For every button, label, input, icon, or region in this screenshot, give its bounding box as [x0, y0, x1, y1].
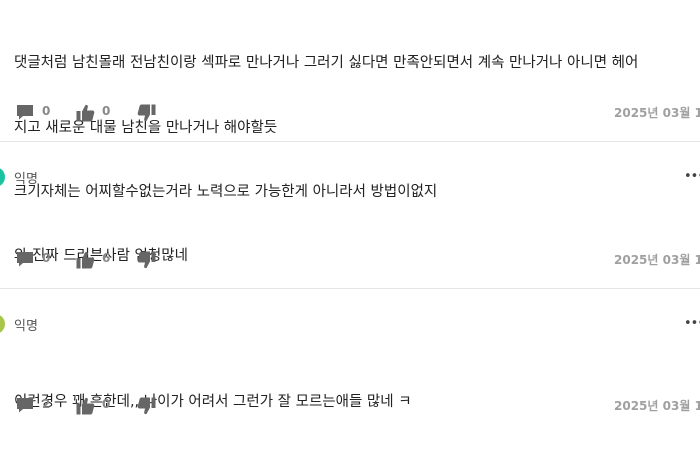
reply-button[interactable]: 2 — [16, 396, 56, 416]
reply-count: 0 — [42, 104, 51, 118]
comment-timestamp: 2025년 03월 18 — [614, 106, 700, 120]
comment-bubble-icon — [17, 398, 33, 413]
comment-timestamp: 2025년 03월 18 — [614, 399, 700, 413]
like-button[interactable]: 0 — [76, 396, 116, 416]
more-dots-icon[interactable]: ••• — [684, 314, 700, 334]
like-count: 0 — [102, 397, 111, 411]
comment-header: 익명 ••• — [0, 314, 700, 334]
like-button[interactable]: 0 — [76, 103, 116, 123]
reply-button[interactable]: 0 — [16, 250, 56, 270]
author-name: 익명 — [14, 172, 38, 187]
dislike-button[interactable] — [137, 250, 157, 270]
thumbs-up-icon — [76, 251, 95, 269]
comment-actions: 0 0 2025년 03월 18 — [0, 103, 700, 123]
thumbs-up-icon — [76, 397, 95, 415]
thumbs-down-icon — [137, 104, 156, 122]
reply-count: 0 — [42, 251, 51, 265]
like-button[interactable]: 6 — [76, 250, 116, 270]
avatar — [0, 167, 5, 187]
comment-actions: 2 0 2025년 03월 18 — [0, 396, 700, 416]
author-name: 익명 — [14, 319, 38, 334]
thumbs-down-icon — [137, 251, 156, 269]
comment-bubble-icon — [17, 105, 33, 120]
avatar — [0, 314, 5, 334]
like-count: 6 — [102, 251, 111, 265]
dislike-button[interactable] — [137, 103, 157, 123]
thumbs-up-icon — [76, 104, 95, 122]
comment-bubble-icon — [17, 252, 33, 267]
dislike-button[interactable] — [137, 396, 157, 416]
comment-item-1: 댓글처럼 남친몰래 전남친이랑 섹파로 만나거나 그러기 싫다면 만족안되면서 … — [0, 0, 700, 200]
comment-actions: 0 6 2025년 03월 18 — [0, 250, 700, 270]
comment-text-line: 댓글처럼 남친몰래 전남친이랑 섹파로 만나거나 그러기 싫다면 만족안되면서 … — [14, 55, 639, 71]
comment-header: 익명 ••• — [0, 167, 700, 187]
thumbs-down-icon — [137, 397, 156, 415]
like-count: 0 — [102, 104, 111, 118]
reply-button[interactable]: 0 — [16, 103, 56, 123]
comment-timestamp: 2025년 03월 18 — [614, 253, 700, 267]
comment-item-2: 익명 ••• 와 진짜 드러븐사람 엄청많네 0 6 2025년 03월 18 — [0, 142, 700, 288]
comment-item-3: 익명 ••• 이런경우 꽤 흔한데,, 나이가 어려서 그런가 잘 모르는애들 … — [0, 289, 700, 427]
reply-count: 2 — [42, 397, 51, 411]
more-dots-icon[interactable]: ••• — [684, 167, 700, 187]
